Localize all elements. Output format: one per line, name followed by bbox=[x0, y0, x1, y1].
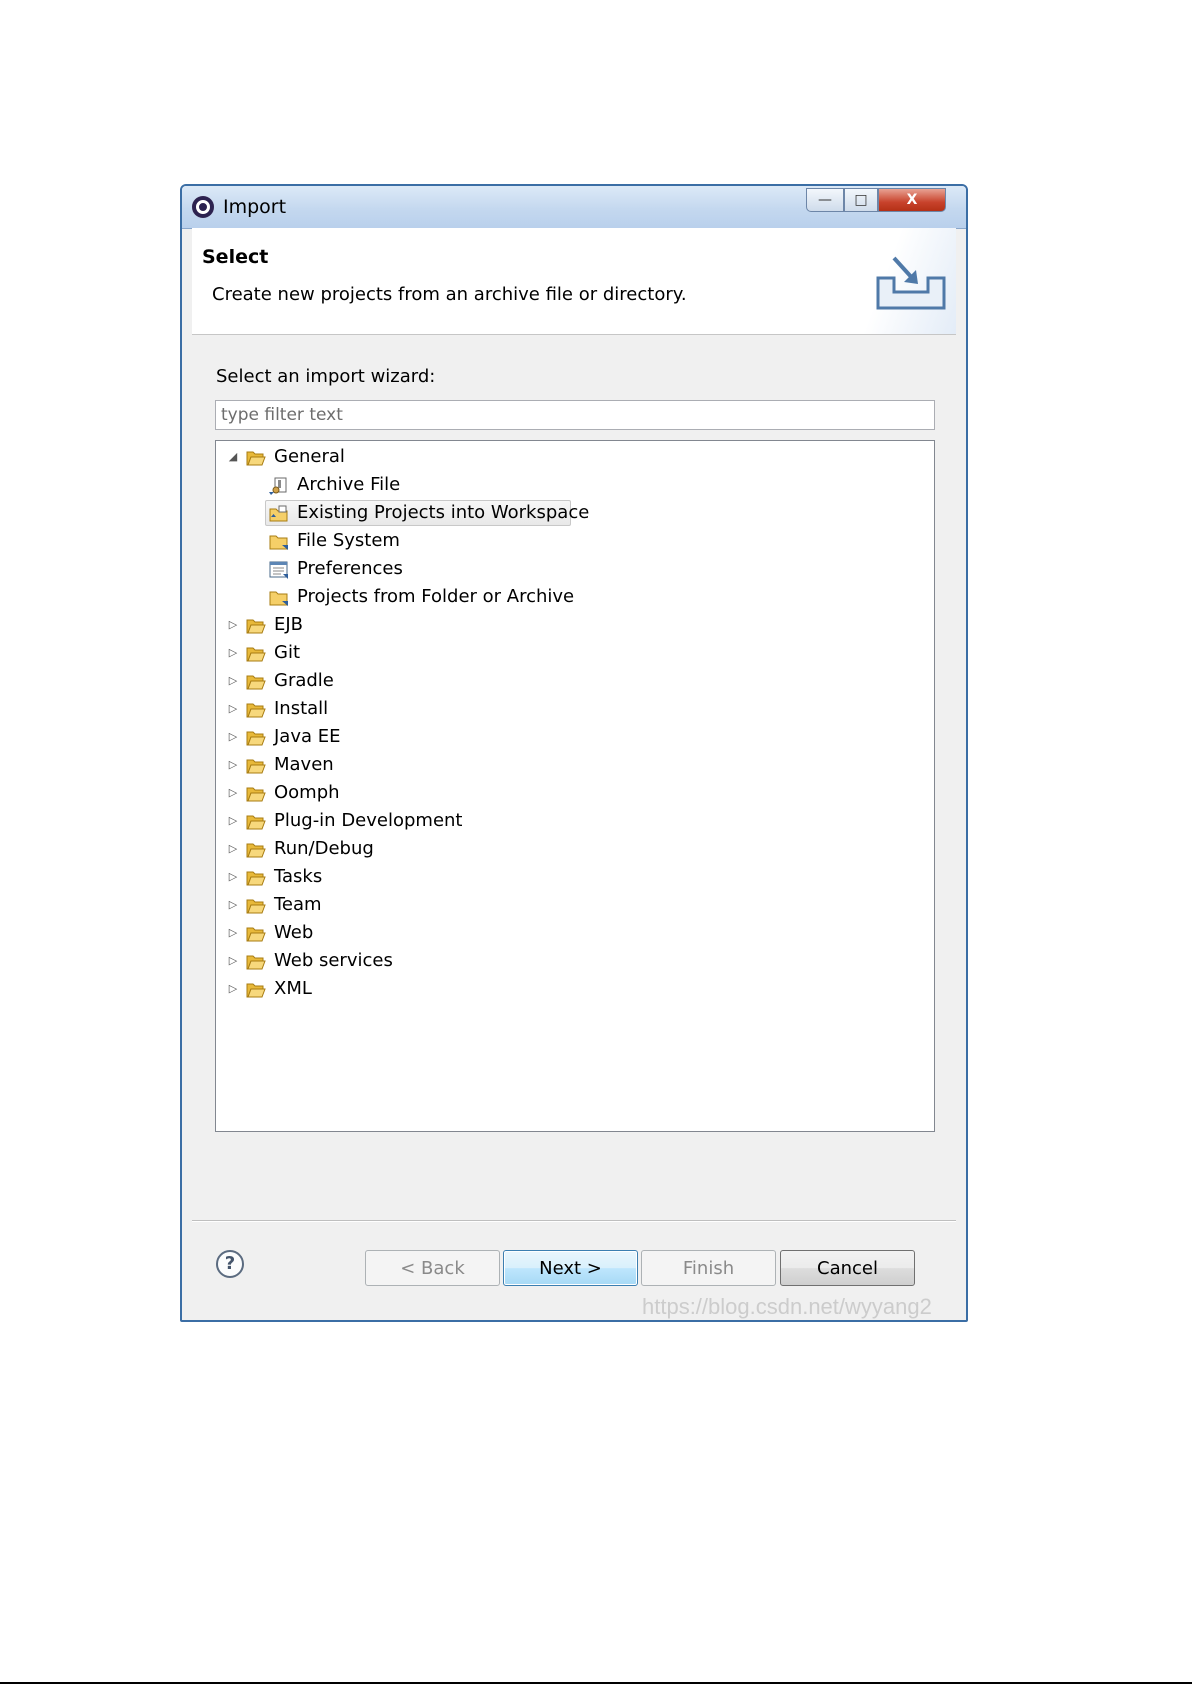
folder-import-icon bbox=[269, 532, 289, 550]
banner-graphic bbox=[852, 228, 956, 334]
tree-item-general[interactable]: ◢ General bbox=[216, 443, 934, 471]
tree-item-label: Web services bbox=[274, 950, 393, 971]
folder-open-icon bbox=[246, 812, 266, 830]
watermark: https://blog.csdn.net/wyyang2 bbox=[642, 1294, 932, 1319]
collapsed-arrow-icon[interactable]: ▷ bbox=[226, 667, 240, 695]
tree-item-label: Install bbox=[274, 698, 329, 719]
tree-item-category[interactable]: ▷ XML bbox=[216, 975, 934, 1003]
wizard-list-label: Select an import wizard: bbox=[216, 366, 436, 387]
collapsed-arrow-icon[interactable]: ▷ bbox=[226, 723, 240, 751]
wizard-tree[interactable]: ◢ General Archive File Existing Projects in… bbox=[215, 440, 935, 1132]
folder-open-icon bbox=[246, 952, 266, 970]
collapsed-arrow-icon[interactable]: ▷ bbox=[226, 779, 240, 807]
tree-item-child[interactable]: Preferences bbox=[216, 555, 934, 583]
cancel-button[interactable]: Cancel bbox=[780, 1250, 915, 1286]
tree-item-category[interactable]: ▷ Install bbox=[216, 695, 934, 723]
tree-item-label: Java EE bbox=[274, 726, 341, 747]
tree-item-category[interactable]: ▷ Maven bbox=[216, 751, 934, 779]
collapsed-arrow-icon[interactable]: ▷ bbox=[226, 639, 240, 667]
folder-open-icon bbox=[246, 700, 266, 718]
tree-item-label: Preferences bbox=[297, 558, 403, 579]
tree-item-child[interactable]: Projects from Folder or Archive bbox=[216, 583, 934, 611]
tree-item-category[interactable]: ▷ Git bbox=[216, 639, 934, 667]
tree-item-category[interactable]: ▷ Web bbox=[216, 919, 934, 947]
collapsed-arrow-icon[interactable]: ▷ bbox=[226, 863, 240, 891]
collapsed-arrow-icon[interactable]: ▷ bbox=[226, 611, 240, 639]
collapsed-arrow-icon[interactable]: ▷ bbox=[226, 919, 240, 947]
collapsed-arrow-icon[interactable]: ▷ bbox=[226, 947, 240, 975]
tree-item-child[interactable]: File System bbox=[216, 527, 934, 555]
tree-item-category[interactable]: ▷ Tasks bbox=[216, 863, 934, 891]
tree-item-label: Gradle bbox=[274, 670, 334, 691]
tree-item-label: Archive File bbox=[297, 474, 401, 495]
banner-description: Create new projects from an archive file… bbox=[212, 284, 687, 305]
tree-item-category[interactable]: ▷ Java EE bbox=[216, 723, 934, 751]
tree-item-category[interactable]: ▷ Run/Debug bbox=[216, 835, 934, 863]
import-dialog: Import — □ X Select Create new projects … bbox=[180, 184, 968, 1322]
footer-divider bbox=[192, 1220, 956, 1222]
help-icon[interactable]: ? bbox=[216, 1250, 244, 1278]
banner-title: Select bbox=[202, 246, 269, 268]
folder-open-icon bbox=[246, 448, 266, 466]
archive-file-icon bbox=[269, 476, 289, 495]
collapsed-arrow-icon[interactable]: ▷ bbox=[226, 975, 240, 1003]
tree-item-label: Run/Debug bbox=[274, 838, 374, 859]
filter-input[interactable] bbox=[215, 400, 935, 430]
tree-item-label: Maven bbox=[274, 754, 334, 775]
tree-item-label: Web bbox=[274, 922, 314, 943]
folder-open-icon bbox=[246, 728, 266, 746]
import-wizard-icon bbox=[876, 256, 946, 310]
tree-item-child[interactable]: Archive File bbox=[216, 471, 934, 499]
wizard-content: Select an import wizard: ◢ General Archive… bbox=[192, 334, 956, 1240]
title-bar[interactable]: Import — □ X bbox=[182, 186, 966, 229]
collapsed-arrow-icon[interactable]: ▷ bbox=[226, 751, 240, 779]
preferences-icon bbox=[269, 560, 289, 579]
window-title: Import bbox=[223, 196, 287, 218]
tree-item-category[interactable]: ▷ Gradle bbox=[216, 667, 934, 695]
folder-open-icon bbox=[246, 672, 266, 690]
minimize-button[interactable]: — bbox=[806, 188, 844, 212]
collapsed-arrow-icon[interactable]: ▷ bbox=[226, 891, 240, 919]
tree-item-label: Team bbox=[274, 894, 322, 915]
next-button[interactable]: Next > bbox=[503, 1250, 638, 1286]
tree-item-category[interactable]: ▷ Oomph bbox=[216, 779, 934, 807]
tree-item-label: General bbox=[274, 446, 345, 467]
folder-open-icon bbox=[246, 784, 266, 802]
wizard-banner: Select Create new projects from an archi… bbox=[192, 228, 956, 335]
tree-item-label: Plug-in Development bbox=[274, 810, 463, 831]
folder-import-icon bbox=[269, 588, 289, 606]
folder-open-icon bbox=[246, 644, 266, 662]
back-button[interactable]: < Back bbox=[365, 1250, 500, 1286]
close-button[interactable]: X bbox=[878, 188, 946, 212]
tree-item-label: Tasks bbox=[274, 866, 323, 887]
tree-item-label: Git bbox=[274, 642, 301, 663]
tree-item-label: EJB bbox=[274, 614, 304, 635]
maximize-button[interactable]: □ bbox=[844, 188, 878, 212]
page-bottom-rule bbox=[0, 1682, 1192, 1684]
eclipse-icon bbox=[192, 196, 214, 218]
folder-open-icon bbox=[246, 980, 266, 998]
tree-item-label: Existing Projects into Workspace bbox=[297, 502, 590, 523]
tree-item-child[interactable]: Existing Projects into Workspace bbox=[216, 499, 934, 527]
folder-open-icon bbox=[246, 840, 266, 858]
folder-open-icon bbox=[246, 924, 266, 942]
collapsed-arrow-icon[interactable]: ▷ bbox=[226, 835, 240, 863]
tree-item-category[interactable]: ▷ EJB bbox=[216, 611, 934, 639]
tree-item-label: XML bbox=[274, 978, 312, 999]
existing-projects-icon bbox=[269, 504, 289, 522]
expanded-arrow-icon[interactable]: ◢ bbox=[226, 443, 240, 471]
tree-item-category[interactable]: ▷ Web services bbox=[216, 947, 934, 975]
collapsed-arrow-icon[interactable]: ▷ bbox=[226, 695, 240, 723]
finish-button[interactable]: Finish bbox=[641, 1250, 776, 1286]
folder-open-icon bbox=[246, 896, 266, 914]
collapsed-arrow-icon[interactable]: ▷ bbox=[226, 807, 240, 835]
folder-open-icon bbox=[246, 756, 266, 774]
tree-item-label: File System bbox=[297, 530, 400, 551]
folder-open-icon bbox=[246, 616, 266, 634]
tree-item-label: Projects from Folder or Archive bbox=[297, 586, 575, 607]
folder-open-icon bbox=[246, 868, 266, 886]
tree-item-category[interactable]: ▷ Team bbox=[216, 891, 934, 919]
tree-item-category[interactable]: ▷ Plug-in Development bbox=[216, 807, 934, 835]
tree-item-label: Oomph bbox=[274, 782, 340, 803]
